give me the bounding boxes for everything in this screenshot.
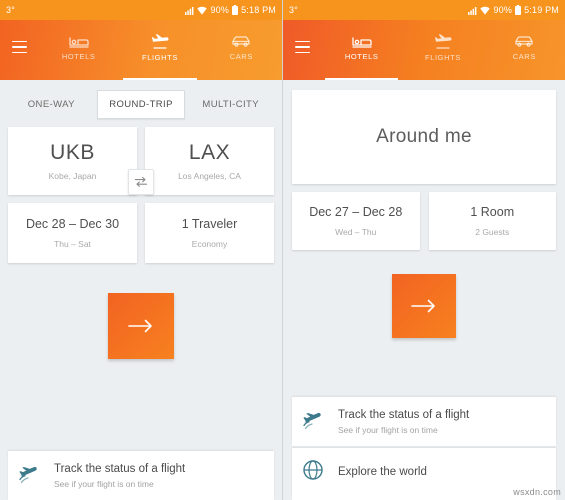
hotel-dates-days: Wed – Thu (335, 227, 377, 237)
location-card[interactable]: Around me (292, 90, 556, 184)
temperature-text: 3° (289, 5, 299, 15)
swap-horizontal-icon[interactable] (128, 169, 154, 195)
promo-explore-world-title: Explore the world (338, 466, 427, 479)
temperature-text: 3° (6, 5, 16, 15)
origin-code: UKB (50, 141, 95, 164)
airport-selection-row: UKB Kobe, Japan LAX Los Angeles, CA (0, 127, 282, 203)
date-traveler-row: Dec 28 – Dec 30 Thu – Sat 1 Traveler Eco… (0, 203, 282, 271)
dates-card[interactable]: Dec 28 – Dec 30 Thu – Sat (8, 203, 137, 264)
right-promo-area: Track the status of a flight See if your… (283, 396, 565, 500)
left-app-bar: HOTELS FLIGHTS CARS (0, 20, 282, 80)
tab-cars[interactable]: CARS (484, 20, 565, 80)
airplane-icon (151, 34, 169, 50)
left-phone-screen: 3° 90% 5:18 PM HOTELS FLIGHTS CARS ONE-W… (0, 0, 282, 500)
tab-cars-label: CARS (229, 52, 253, 61)
hamburger-icon[interactable] (283, 20, 321, 80)
airplane-icon (434, 34, 452, 50)
left-search-cta-wrap (0, 271, 282, 360)
clock-text: 5:19 PM (524, 5, 559, 15)
tab-hotels-label: HOTELS (344, 52, 379, 61)
clock-text: 5:18 PM (241, 5, 276, 15)
watermark-text: wsxdn.com (513, 487, 561, 497)
tab-flights[interactable]: FLIGHTS (119, 20, 200, 80)
promo-flight-status-title: Track the status of a flight (338, 408, 470, 421)
hotel-rooms-count: 1 Room (470, 205, 515, 219)
promo-flight-status[interactable]: Track the status of a flight See if your… (8, 450, 274, 500)
promo-flight-status-text: Track the status of a flight See if your… (338, 408, 469, 435)
tab-flights-label: FLIGHTS (425, 53, 461, 62)
right-phone-screen: 3° 90% 5:19 PM HOTELS FLIGHTS CARS Aroun… (282, 0, 565, 500)
tab-flights[interactable]: FLIGHTS (402, 20, 483, 80)
globe-icon (302, 459, 328, 486)
search-flights-button[interactable] (108, 293, 174, 360)
tab-flights-label: FLIGHTS (142, 53, 178, 62)
battery-icon (515, 5, 522, 15)
destination-card[interactable]: LAX Los Angeles, CA (145, 127, 274, 196)
tab-hotels-label: HOTELS (61, 52, 96, 61)
hamburger-icon[interactable] (0, 20, 38, 80)
left-status-left: 3° (6, 5, 15, 15)
right-search-cta-wrap (283, 250, 565, 338)
promo-flight-status-text: Track the status of a flight See if your… (54, 462, 185, 489)
tab-hotels[interactable]: HOTELS (38, 20, 119, 80)
hotel-dates-card[interactable]: Dec 27 – Dec 28 Wed – Thu (292, 192, 420, 250)
dates-days: Thu – Sat (54, 239, 91, 250)
arrow-right-icon (126, 318, 156, 334)
promo-flight-status-desc: See if your flight is on time (54, 479, 154, 489)
battery-icon (232, 5, 239, 15)
right-status-left: 3° (289, 5, 298, 15)
promo-flight-status-title: Track the status of a flight (54, 462, 186, 475)
trip-type-multi-city[interactable]: MULTI-CITY (187, 91, 274, 118)
left-tab-bar: HOTELS FLIGHTS CARS (38, 20, 282, 80)
car-icon (231, 35, 251, 49)
right-app-bar: HOTELS FLIGHTS CARS (283, 20, 565, 80)
signal-icon (468, 6, 477, 15)
left-status-bar: 3° 90% 5:18 PM (0, 0, 282, 20)
airplane-tracking-icon (302, 408, 328, 435)
dual-screenshot-container: 3° 90% 5:18 PM HOTELS FLIGHTS CARS ONE-W… (0, 0, 565, 500)
tab-hotels[interactable]: HOTELS (321, 20, 402, 80)
tab-cars-label: CARS (512, 52, 536, 61)
right-status-bar: 3° 90% 5:19 PM (283, 0, 565, 20)
hotel-bed-icon (352, 35, 372, 49)
origin-card[interactable]: UKB Kobe, Japan (8, 127, 137, 196)
left-screen-body: ONE-WAY ROUND-TRIP MULTI-CITY UKB Kobe, … (0, 80, 282, 360)
search-hotels-button[interactable] (392, 274, 456, 338)
left-promo-area: Track the status of a flight See if your… (0, 450, 282, 500)
promo-explore-world-text: Explore the world (338, 465, 427, 479)
travelers-class: Economy (191, 239, 228, 250)
travelers-card[interactable]: 1 Traveler Economy (145, 203, 274, 264)
dates-range: Dec 28 – Dec 30 (25, 217, 120, 232)
location-title: Around me (376, 126, 472, 147)
battery-percent-text: 90% (493, 5, 513, 15)
right-tab-bar: HOTELS FLIGHTS CARS (321, 20, 565, 80)
left-status-right: 90% 5:18 PM (185, 5, 276, 15)
destination-city: Los Angeles, CA (178, 171, 241, 182)
promo-flight-status-desc: See if your flight is on time (338, 425, 438, 435)
hotel-rooms-card[interactable]: 1 Room 2 Guests (428, 192, 556, 250)
right-status-right: 90% 5:19 PM (468, 5, 559, 15)
trip-type-round-trip[interactable]: ROUND-TRIP (96, 90, 186, 119)
trip-type-selector: ONE-WAY ROUND-TRIP MULTI-CITY (0, 80, 282, 127)
hotel-bed-icon (69, 35, 89, 49)
car-icon (514, 35, 534, 49)
signal-icon (185, 6, 194, 15)
battery-percent-text: 90% (210, 5, 230, 15)
airplane-tracking-icon (18, 462, 44, 489)
trip-type-one-way[interactable]: ONE-WAY (8, 91, 95, 118)
destination-code: LAX (188, 141, 231, 164)
promo-flight-status[interactable]: Track the status of a flight See if your… (292, 396, 556, 446)
hotel-date-room-row: Dec 27 – Dec 28 Wed – Thu 1 Room 2 Guest… (283, 184, 565, 250)
wifi-icon (480, 6, 491, 15)
hotel-guests-count: 2 Guests (475, 227, 510, 237)
wifi-icon (197, 6, 208, 15)
tab-cars[interactable]: CARS (201, 20, 282, 80)
hotel-dates-range: Dec 27 – Dec 28 (309, 205, 403, 219)
origin-city: Kobe, Japan (48, 171, 97, 182)
arrow-right-icon (409, 298, 439, 314)
travelers-count: 1 Traveler (181, 217, 238, 232)
